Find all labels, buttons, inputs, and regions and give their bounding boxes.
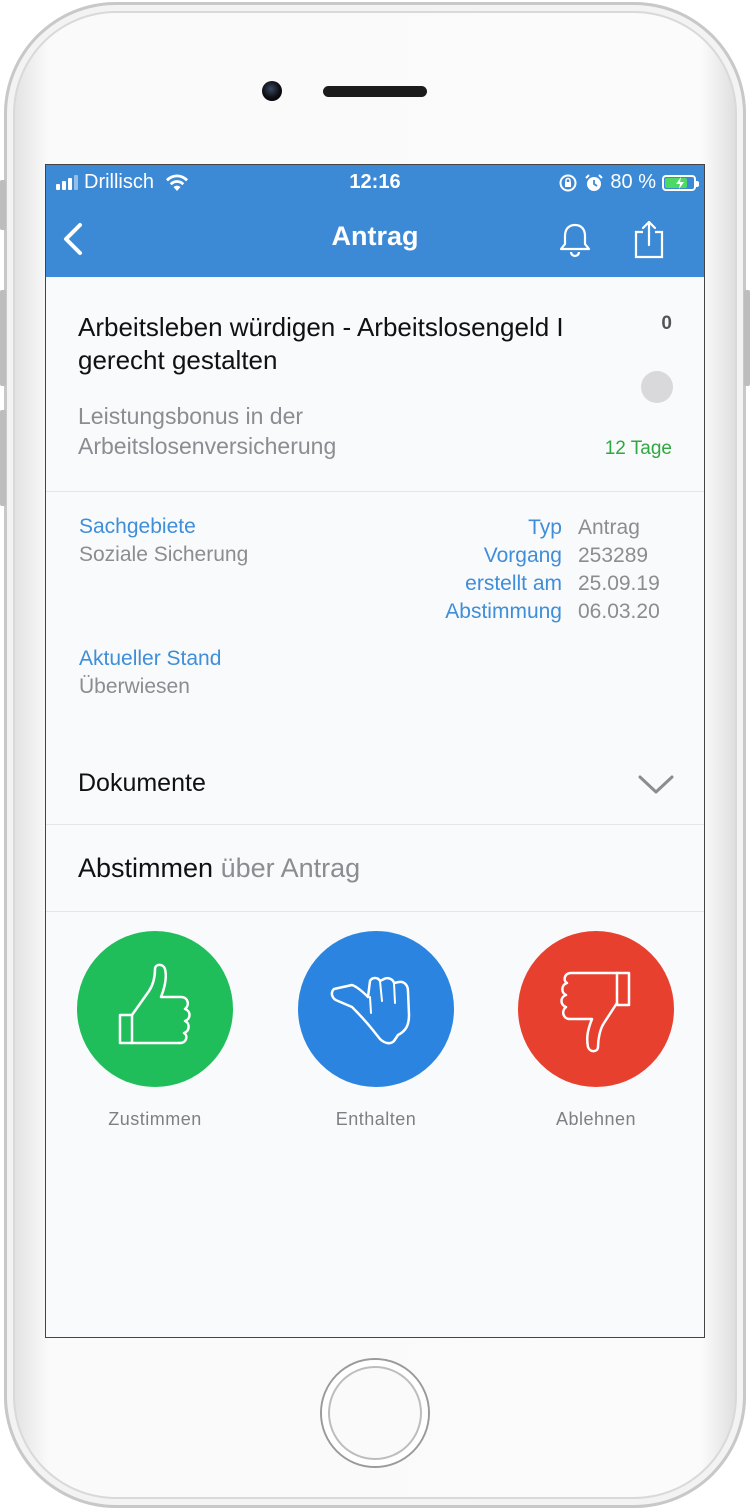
status-indicator-dot (641, 371, 673, 403)
meta-key: Typ (528, 516, 562, 539)
divider (46, 911, 704, 912)
meta-row-abstimmung: Abstimmung 06.03.20 (445, 598, 672, 626)
proposal-subtitle: Leistungsbonus in der Arbeitslosenversic… (78, 403, 337, 459)
rotation-lock-icon (559, 174, 577, 191)
share-icon[interactable] (632, 219, 666, 259)
ablehnen-button[interactable] (518, 931, 674, 1087)
meta-value: 253289 (578, 544, 649, 567)
meta-value: Antrag (578, 516, 640, 539)
vote-option-zustimmen: Zustimmen (77, 931, 233, 1130)
aktueller-stand-value: Überwiesen (79, 675, 190, 698)
alarm-icon (585, 173, 604, 191)
volume-up-button (0, 290, 6, 386)
vote-heading-sub: über Antrag (220, 853, 361, 883)
page-title: Antrag (331, 221, 419, 251)
thumbs-sideways-icon (330, 976, 411, 1045)
power-button (744, 290, 750, 386)
meta-key: Vorgang (483, 544, 562, 567)
volume-down-button (0, 410, 6, 506)
chevron-down-icon (638, 775, 674, 794)
documents-label: Dokumente (78, 769, 206, 797)
meta-value: 25.09.19 (578, 572, 660, 595)
zustimmen-label: Zustimmen (108, 1109, 202, 1129)
vote-option-ablehnen: Ablehnen (518, 931, 674, 1130)
thumbs-up-icon (118, 963, 191, 1045)
documents-row[interactable]: Dokumente (46, 745, 704, 823)
front-camera (262, 81, 282, 101)
support-count: 0 (661, 313, 672, 334)
meta-row-vorgang: Vorgang 253289 (445, 542, 672, 570)
enthalten-button[interactable] (298, 931, 454, 1087)
sachgebiete-value: Soziale Sicherung (79, 543, 249, 566)
zustimmen-button[interactable] (77, 931, 233, 1087)
meta-value: 06.03.20 (578, 600, 660, 623)
earpiece-speaker (323, 86, 427, 97)
proposal-title: Arbeitsleben würdigen - Arbeitslosengeld… (78, 312, 564, 375)
thumbs-down-icon (560, 971, 631, 1053)
battery-icon (662, 174, 699, 191)
app-header: Drillisch 12:16 80 % Antrag (46, 165, 704, 277)
divider (46, 491, 704, 492)
vote-option-enthalten: Enthalten (298, 931, 454, 1130)
meta-row-erstellt: erstellt am 25.09.19 (445, 570, 672, 598)
battery-percentage: 80 % (610, 171, 656, 193)
status-right: 80 % (558, 171, 699, 194)
divider (46, 824, 704, 825)
days-remaining: 12 Tage (604, 438, 672, 459)
app-screen: Drillisch 12:16 80 % Antrag Arbeitsleben… (45, 164, 705, 1338)
sachgebiete-label: Sachgebiete (79, 515, 196, 538)
vote-heading: Abstimmen über Antrag (78, 853, 360, 884)
aktueller-stand-label: Aktueller Stand (79, 647, 222, 670)
meta-row-typ: Typ Antrag (445, 514, 672, 542)
meta-key: Abstimmung (445, 600, 562, 623)
home-button[interactable] (322, 1360, 428, 1466)
mute-switch (0, 180, 6, 230)
proposal-metadata: Typ Antrag Vorgang 253289 erstellt am 25… (445, 514, 672, 626)
enthalten-label: Enthalten (335, 1109, 417, 1129)
status-bar: Drillisch 12:16 80 % (46, 165, 704, 203)
vote-heading-main: Abstimmen (78, 853, 214, 883)
meta-key: erstellt am (465, 572, 562, 595)
bell-icon[interactable] (556, 221, 594, 259)
ablehnen-label: Ablehnen (555, 1109, 637, 1129)
